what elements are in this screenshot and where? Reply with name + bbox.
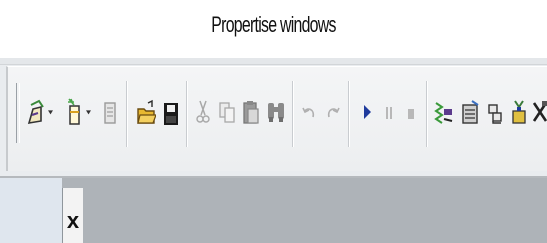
stop-icon <box>405 97 417 127</box>
menu-strip-edge <box>0 58 547 65</box>
paste-button[interactable] <box>240 89 262 135</box>
toolbar-separator <box>126 81 128 147</box>
properties-panel-header: x <box>62 188 83 243</box>
object-browser-icon <box>486 97 504 127</box>
add-document-button[interactable] <box>100 89 120 135</box>
save-icon <box>163 97 179 127</box>
pause-button[interactable] <box>380 89 398 135</box>
pause-icon <box>383 97 395 127</box>
properties-icon <box>460 97 480 127</box>
toolbar-separator <box>186 81 188 147</box>
caption: Propertise windows <box>211 12 336 37</box>
start-icon <box>361 97 373 127</box>
undo-button[interactable] <box>298 89 320 135</box>
add-item-icon <box>65 96 85 128</box>
chevron-down-icon[interactable]: ▾ <box>48 108 53 117</box>
open-folder-icon <box>136 97 156 127</box>
toolbox-icon <box>510 97 528 127</box>
workspace-area: x <box>0 178 547 243</box>
standard-toolbar: ▾ ▾ <box>6 66 547 171</box>
cut-button[interactable] <box>192 89 214 135</box>
undo-icon <box>301 97 317 127</box>
tools-button[interactable] <box>530 89 547 135</box>
close-icon[interactable]: x <box>67 210 79 243</box>
save-button[interactable] <box>160 89 182 135</box>
toolbar-grip[interactable] <box>16 83 20 143</box>
copy-icon <box>218 97 236 127</box>
side-pane <box>0 178 62 243</box>
add-document-icon <box>103 97 117 127</box>
copy-button[interactable] <box>216 89 238 135</box>
cut-icon <box>195 97 211 127</box>
toolbox-button[interactable] <box>508 89 530 135</box>
properties-button[interactable] <box>458 89 482 135</box>
add-item-button[interactable]: ▾ <box>60 89 96 135</box>
object-browser-button[interactable] <box>484 89 506 135</box>
toolbar-separator <box>292 81 294 147</box>
solution-explorer-button[interactable] <box>432 89 456 135</box>
ide-window: ▾ ▾ x <box>0 58 547 243</box>
start-button[interactable] <box>358 89 376 135</box>
new-project-button[interactable]: ▾ <box>24 89 56 135</box>
redo-button[interactable] <box>322 89 344 135</box>
toolbar-separator <box>426 81 428 147</box>
tools-icon <box>531 97 547 127</box>
stop-button[interactable] <box>402 89 420 135</box>
paste-icon <box>242 97 260 127</box>
toolbar-separator <box>348 81 350 147</box>
solution-explorer-icon <box>434 97 454 127</box>
find-icon <box>266 97 286 127</box>
new-project-icon <box>27 97 47 127</box>
find-button[interactable] <box>264 89 288 135</box>
redo-icon <box>325 97 341 127</box>
open-button[interactable] <box>134 89 158 135</box>
chevron-down-icon[interactable]: ▾ <box>86 108 91 117</box>
